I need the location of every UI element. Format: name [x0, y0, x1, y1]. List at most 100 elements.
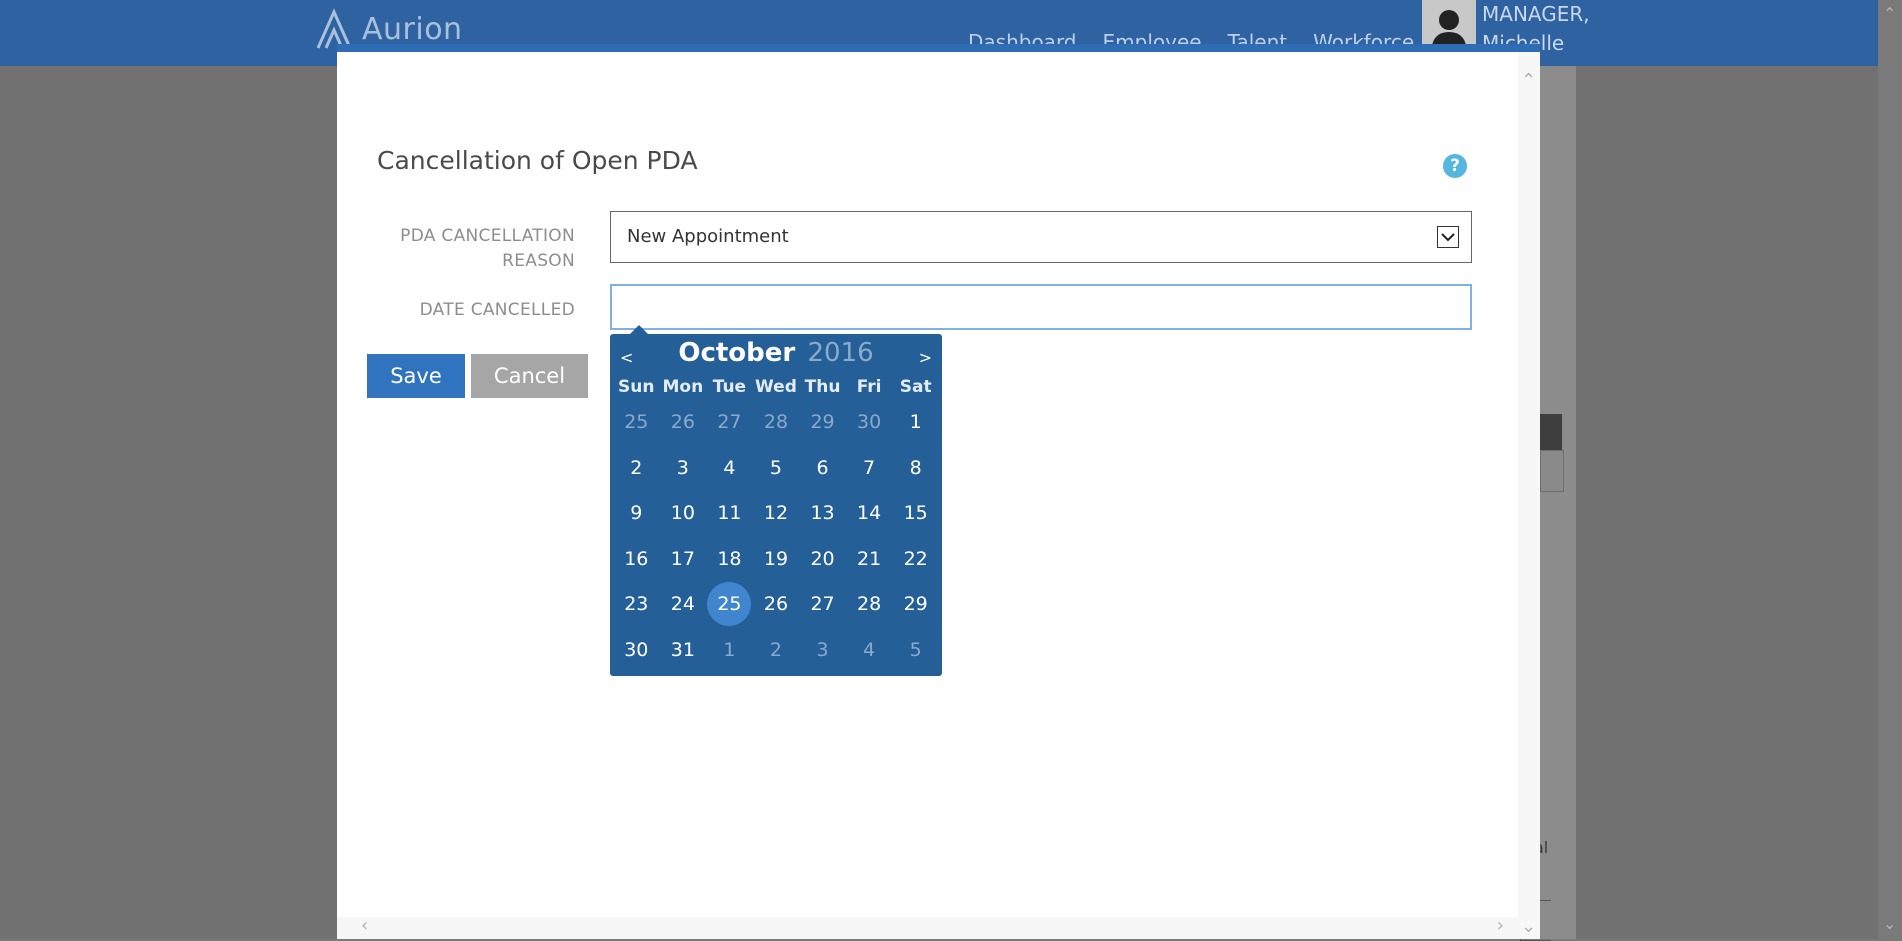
calendar-day[interactable]: 6 — [799, 446, 846, 492]
dialog-horizontal-scrollbar[interactable]: ‹ › — [337, 915, 1518, 939]
date-cancelled-label: DATE CANCELLED — [419, 300, 575, 320]
calendar-day-label: 2 — [630, 456, 643, 479]
calendar-day[interactable]: 25 — [613, 400, 660, 446]
scroll-up-icon[interactable]: ⌃ — [1883, 4, 1896, 23]
calendar-day-label: 29 — [903, 593, 928, 615]
date-picker-pointer — [630, 325, 648, 334]
calendar-day-label: 28 — [857, 593, 882, 615]
calendar-day-label: 4 — [863, 638, 876, 661]
calendar-day[interactable]: 2 — [753, 628, 800, 674]
calendar-day-label: 25 — [707, 582, 752, 626]
calendar-day[interactable]: 19 — [753, 537, 800, 583]
page-scrollbar[interactable]: ⌃ ⌄ — [1878, 0, 1902, 939]
calendar-day[interactable]: 27 — [706, 400, 753, 446]
next-month-button[interactable]: > — [919, 348, 932, 367]
weekday-header: Thu — [804, 377, 841, 397]
calendar-day-label: 23 — [624, 593, 649, 615]
cancellation-reason-select[interactable]: New Appointment — [610, 211, 1472, 263]
calendar-day[interactable]: 30 — [613, 628, 660, 674]
calendar-day[interactable]: 29 — [892, 582, 939, 628]
calendar-day[interactable]: 23 — [613, 582, 660, 628]
calendar-day[interactable]: 10 — [660, 491, 707, 537]
reason-label-line1: PDA CANCELLATION — [400, 226, 575, 246]
calendar-day[interactable]: 3 — [799, 628, 846, 674]
date-picker-year[interactable]: 2016 — [807, 338, 873, 368]
calendar-day-label: 28 — [763, 411, 789, 433]
calendar-day[interactable]: 8 — [892, 446, 939, 492]
calendar-day[interactable]: 24 — [660, 582, 707, 628]
calendar-day-label: 20 — [810, 547, 835, 570]
calendar-day[interactable]: 4 — [706, 446, 753, 492]
calendar-day-label: 12 — [763, 502, 789, 524]
calendar-day-label: 3 — [676, 456, 689, 479]
calendar-day[interactable]: 1 — [892, 400, 939, 446]
chevron-down-icon[interactable] — [1437, 226, 1459, 248]
weekday-header: Wed — [755, 377, 797, 397]
dialog-scroll-up-icon[interactable]: ⌃ — [1521, 70, 1536, 91]
calendar-day[interactable]: 13 — [799, 491, 846, 537]
calendar-day-label: 17 — [670, 547, 695, 570]
calendar-day[interactable]: 18 — [706, 537, 753, 583]
dialog-top-border — [337, 44, 1540, 52]
date-picker: October 2016 < > Sun Mon Tue Wed Thu Fri Sat 25… — [610, 325, 942, 676]
calendar-day-label: 10 — [670, 502, 695, 524]
calendar-day-label: 27 — [810, 593, 835, 615]
scroll-down-icon[interactable]: ⌄ — [1883, 914, 1896, 933]
calendar-day[interactable]: 5 — [892, 628, 939, 674]
calendar-day[interactable]: 28 — [846, 582, 893, 628]
dialog-scroll-down-icon[interactable]: ⌄ — [1521, 916, 1536, 937]
calendar-day[interactable]: 11 — [706, 491, 753, 537]
calendar-day-label: 21 — [857, 547, 882, 570]
calendar-day[interactable]: 26 — [660, 400, 707, 446]
scroll-left-icon[interactable]: ‹ — [361, 915, 368, 936]
calendar-day-label: 7 — [863, 456, 876, 479]
date-cancelled-input[interactable] — [610, 284, 1472, 330]
calendar-day-label: 6 — [816, 456, 829, 479]
calendar-day[interactable]: 5 — [753, 446, 800, 492]
calendar-day-label: 1 — [723, 638, 736, 661]
calendar-day[interactable]: 12 — [753, 491, 800, 537]
calendar-day[interactable]: 22 — [892, 537, 939, 583]
weekday-header: Sat — [899, 377, 932, 397]
help-icon[interactable]: ? — [1443, 154, 1467, 178]
date-picker-title: October 2016 — [610, 338, 942, 368]
calendar-day-label: 11 — [717, 502, 742, 524]
calendar-day-label: 16 — [624, 547, 649, 570]
dialog-vertical-scrollbar[interactable]: ⌃ ⌄ — [1518, 52, 1540, 939]
calendar-day[interactable]: 1 — [706, 628, 753, 674]
previous-month-button[interactable]: < — [620, 348, 633, 367]
calendar-day[interactable]: 20 — [799, 537, 846, 583]
date-picker-grid: Sun Mon Tue Wed Thu Fri Sat 25 26 27 28 29 30 1 2 3 4 5 6 7… — [613, 374, 939, 673]
calendar-day[interactable]: 9 — [613, 491, 660, 537]
logo-text: Aurion — [362, 11, 463, 47]
calendar-day[interactable]: 15 — [892, 491, 939, 537]
calendar-day-label: 18 — [717, 547, 742, 570]
background-table-row — [1540, 450, 1564, 492]
calendar-day[interactable]: 16 — [613, 537, 660, 583]
calendar-day[interactable]: 26 — [753, 582, 800, 628]
calendar-day-label: 24 — [670, 593, 695, 615]
calendar-day[interactable]: 21 — [846, 537, 893, 583]
calendar-day-label: 19 — [763, 547, 789, 570]
calendar-day-selected[interactable]: 25 — [706, 582, 753, 628]
calendar-day[interactable]: 2 — [613, 446, 660, 492]
calendar-day[interactable]: 3 — [660, 446, 707, 492]
date-picker-month[interactable]: October — [678, 338, 795, 368]
calendar-day[interactable]: 28 — [753, 400, 800, 446]
calendar-day[interactable]: 7 — [846, 446, 893, 492]
calendar-day-label: 13 — [810, 502, 835, 524]
calendar-day[interactable]: 30 — [846, 400, 893, 446]
calendar-day-label: 2 — [769, 638, 783, 661]
calendar-day-label: 9 — [630, 502, 643, 524]
calendar-day[interactable]: 4 — [846, 628, 893, 674]
calendar-day-label: 31 — [670, 638, 695, 661]
cancel-button[interactable]: Cancel — [471, 354, 588, 398]
calendar-day[interactable]: 31 — [660, 628, 707, 674]
calendar-day[interactable]: 27 — [799, 582, 846, 628]
calendar-day[interactable]: 17 — [660, 537, 707, 583]
calendar-day[interactable]: 14 — [846, 491, 893, 537]
calendar-day[interactable]: 29 — [799, 400, 846, 446]
scroll-right-icon[interactable]: › — [1497, 915, 1504, 936]
calendar-day-label: 29 — [810, 411, 835, 433]
save-button[interactable]: Save — [367, 354, 465, 398]
